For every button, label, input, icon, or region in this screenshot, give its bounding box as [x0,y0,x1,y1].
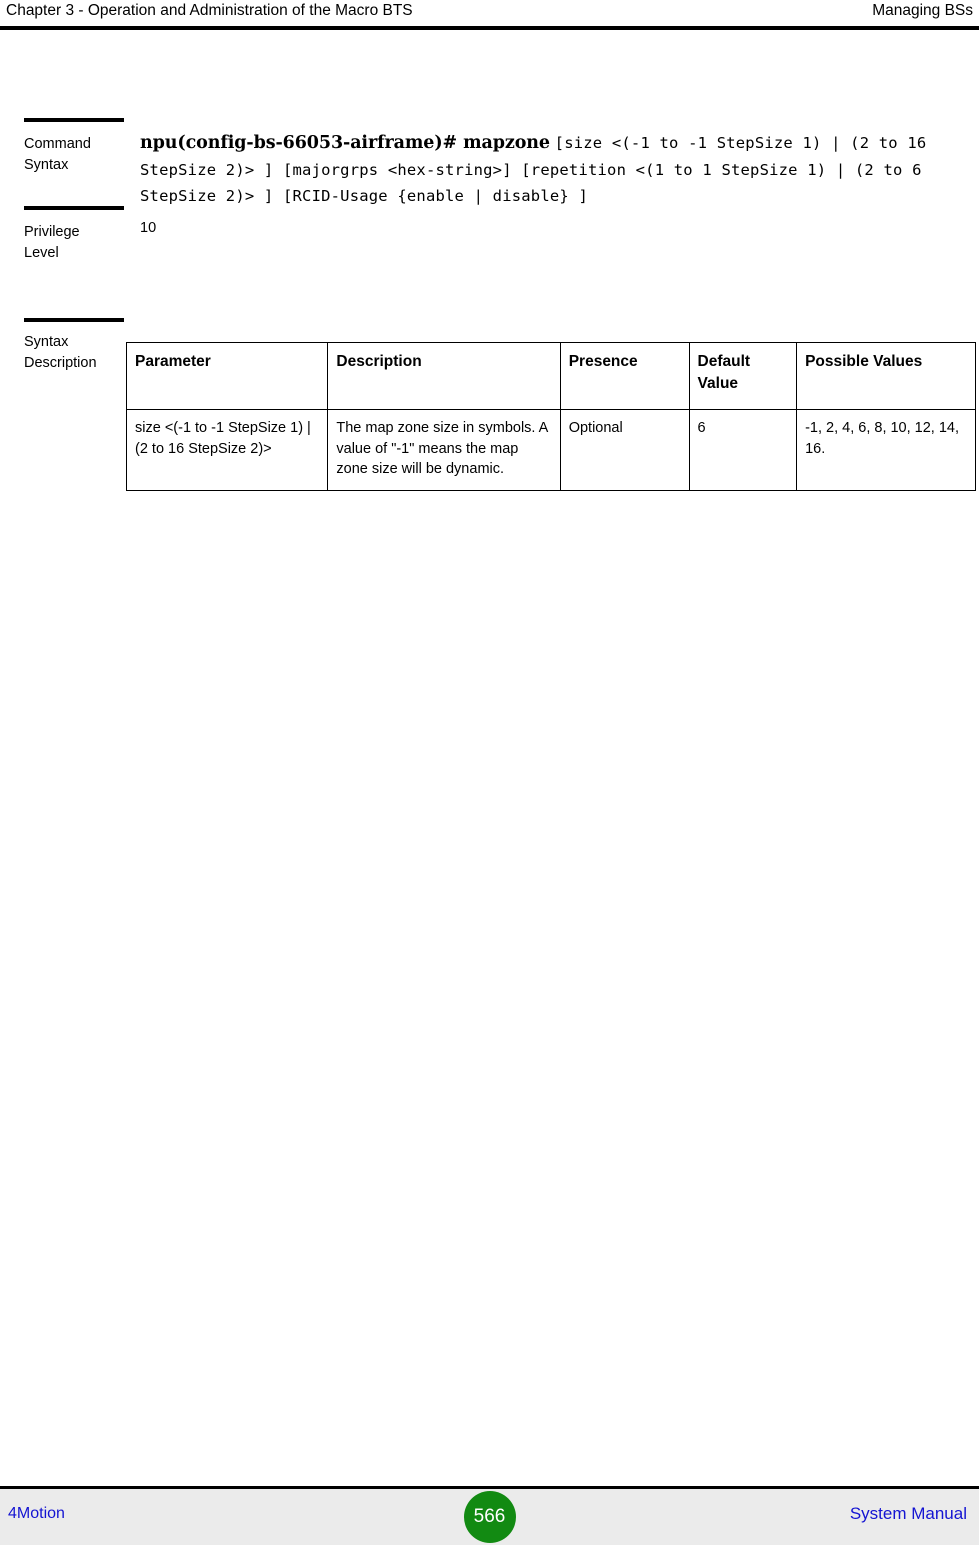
header-chapter-title: Chapter 3 - Operation and Administration… [6,2,413,19]
privilege-level-label: Privilege Level [24,222,128,264]
privilege-level-value: 10 [140,220,157,236]
cell-description: The map zone size in symbols. A value of… [327,409,561,491]
page-header: Chapter 3 - Operation and Administration… [0,0,979,26]
column-header-description: Description [327,342,561,410]
column-header-possible-values: Possible Values [796,342,976,410]
section-command-syntax: Command Syntax npu(config-bs-66053-airfr… [0,30,979,205]
command-syntax-label-line1: Command [24,136,91,152]
privilege-level-label-rule [24,206,124,210]
cell-possible-values: -1, 2, 4, 6, 8, 10, 12, 14, 16. [796,409,976,491]
section-privilege-level: Privilege Level 10 [0,202,979,314]
command-syntax-command: npu(config-bs-66053-airframe)# mapzone [140,133,550,153]
header-section-title: Managing BSs [872,2,973,19]
command-syntax-label-line2: Syntax [24,157,69,174]
syntax-description-label: Syntax Description [24,332,128,374]
section-syntax-description: Syntax Description Parameter Description… [0,314,979,614]
parameter-table: Parameter Description Presence Default V… [125,342,976,491]
syntax-description-label-line1: Syntax [24,334,69,350]
cell-default-value: 6 [688,409,798,491]
column-header-parameter: Parameter [125,342,329,410]
syntax-description-label-line2: Description [24,355,97,372]
command-syntax-label: Command Syntax [24,134,128,176]
footer-document-title[interactable]: System Manual [850,1504,967,1524]
page-content: Command Syntax npu(config-bs-66053-airfr… [0,30,979,614]
table-header-row: Parameter Description Presence Default V… [125,342,976,410]
page-footer: 4Motion 566 System Manual [0,1486,979,1545]
page-number-badge: 566 [463,1491,516,1543]
column-header-presence: Presence [559,342,690,410]
table-row: size <(-1 to -1 StepSize 1) | (2 to 16 S… [125,409,976,491]
command-syntax-body: npu(config-bs-66053-airframe)# mapzone [… [140,130,960,209]
privilege-level-label-line2: Level [24,245,59,262]
syntax-description-label-rule [24,318,124,322]
privilege-level-label-line1: Privilege [24,224,80,240]
cell-presence: Optional [559,409,690,491]
cell-parameter: size <(-1 to -1 StepSize 1) | (2 to 16 S… [125,409,329,491]
column-header-default-value: Default Value [688,342,798,410]
command-syntax-label-rule [24,118,124,122]
footer-brand[interactable]: 4Motion [8,1505,65,1523]
